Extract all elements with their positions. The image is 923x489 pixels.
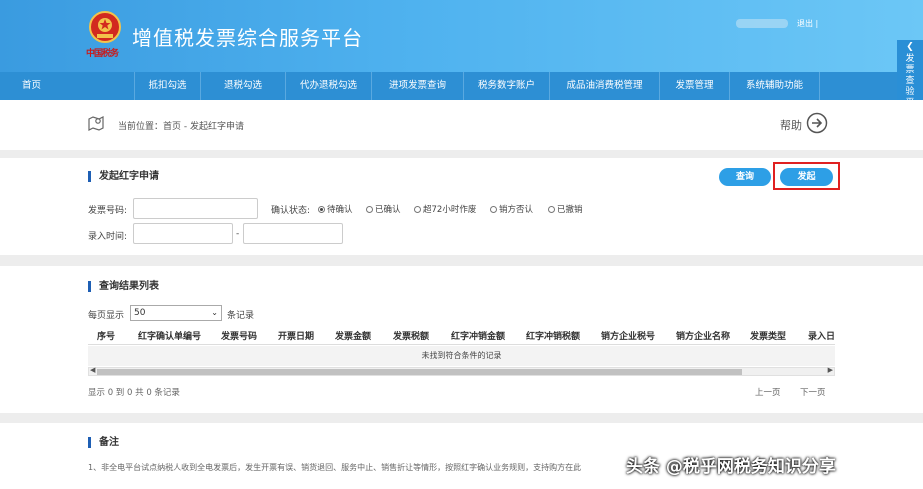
site-title: 增值税发票综合服务平台 [132,26,363,50]
chevron-down-icon: ⌄ [211,308,218,317]
nav-item-oil-tax[interactable]: 成品油消费税管理 [550,72,660,100]
entry-time-label: 录入时间: [88,232,128,242]
status-radio-seller-denied[interactable]: 销方否认 [490,203,533,215]
nav-item-input-invoice-query[interactable]: 进项发票查询 [372,72,464,100]
col-header-confirm-no[interactable]: 红字确认单编号 [138,329,201,342]
query-button[interactable]: 查询 [719,168,771,186]
nav-item-refund-select[interactable]: 退税勾选 [201,72,286,100]
status-radio-expired[interactable]: 超72小时作废 [414,203,476,215]
scrollbar-thumb[interactable] [97,369,742,375]
col-header-red-tax[interactable]: 红字冲销税额 [526,329,580,342]
logout-link[interactable]: 退出 | [797,18,818,29]
date-to-input[interactable] [243,223,343,244]
nav-item-agent-refund-select[interactable]: 代办退税勾选 [286,72,372,100]
status-radio-revoked[interactable]: 已撤销 [548,203,583,215]
nav-item-system-tools[interactable]: 系统辅助功能 [730,72,820,100]
col-header-seller-name[interactable]: 销方企业名称 [676,329,730,342]
map-location-icon [88,116,104,131]
status-radio-pending[interactable]: 待确认 [318,203,353,215]
nav-item-invoice-manage[interactable]: 发票管理 [660,72,730,100]
status-label: 确认状态: [271,206,311,216]
page-size-value: 50 [134,308,146,318]
col-header-invoice-tax[interactable]: 发票税额 [393,329,429,342]
page-size-select[interactable]: 50 ⌄ [130,305,222,321]
table-header: 序号 红字确认单编号 发票号码 开票日期 发票金额 发票税额 红字冲销金额 红字… [88,325,835,345]
watermark-text: 头条 @税乎网税务知识分享 [626,457,836,477]
chevron-left-icon: ❮ [906,42,914,52]
note-line-1: 1、非全电平台试点纳税人收到全电发票后，发生开票有误、销货退回、服务中止、销售折… [88,463,582,472]
highlight-box [773,162,840,190]
breadcrumb: 当前位置：首页 - 发起红字申请 [118,122,244,132]
col-header-invoice-type[interactable]: 发票类型 [750,329,786,342]
col-header-issue-date[interactable]: 开票日期 [278,329,314,342]
next-page-button[interactable]: 下一页 [800,386,826,398]
scroll-right-icon[interactable]: ▶ [828,366,833,374]
date-from-input[interactable] [133,223,233,244]
tax-emblem-icon [89,11,121,43]
col-header-invoice-no[interactable]: 发票号码 [221,329,257,342]
prev-page-button[interactable]: 上一页 [755,386,781,398]
col-header-entry-date[interactable]: 录入日 [808,329,835,342]
col-header-seller-tax-id[interactable]: 销方企业税号 [601,329,655,342]
help-link[interactable]: 帮助 [780,117,802,133]
records-summary: 显示 0 到 0 共 0 条记录 [88,388,180,398]
scroll-left-icon[interactable]: ◀ [90,366,95,374]
page-size-suffix: 条记录 [227,311,255,321]
date-separator: - [236,229,240,239]
nav-item-digital-account[interactable]: 税务数字账户 [464,72,550,100]
invoice-no-input[interactable] [133,198,258,219]
invoice-no-label: 发票号码: [88,206,128,216]
arrow-right-circle-icon[interactable] [806,112,828,134]
horizontal-scrollbar[interactable]: ◀ ▶ [88,366,835,376]
empty-table-message: 未找到符合条件的记录 [88,346,835,366]
user-name-blurred [736,19,788,28]
col-header-index[interactable]: 序号 [97,329,115,342]
col-header-invoice-amount[interactable]: 发票金额 [335,329,371,342]
col-header-red-amount[interactable]: 红字冲销金额 [451,329,505,342]
status-radio-confirmed[interactable]: 已确认 [366,203,401,215]
notes-panel-title: 备注 [88,437,119,448]
page-size-prefix: 每页显示 [88,311,125,321]
results-panel-title: 查询结果列表 [88,281,159,292]
emblem-caption: 中国税务 [86,49,119,59]
main-nav: 首页 抵扣勾选 退税勾选 代办退税勾选 进项发票查询 税务数字账户 成品油消费税… [0,72,923,100]
nav-item-deduction-select[interactable]: 抵扣勾选 [135,72,201,100]
nav-item-home[interactable]: 首页 [0,72,135,100]
apply-panel-title: 发起红字申请 [88,171,159,182]
